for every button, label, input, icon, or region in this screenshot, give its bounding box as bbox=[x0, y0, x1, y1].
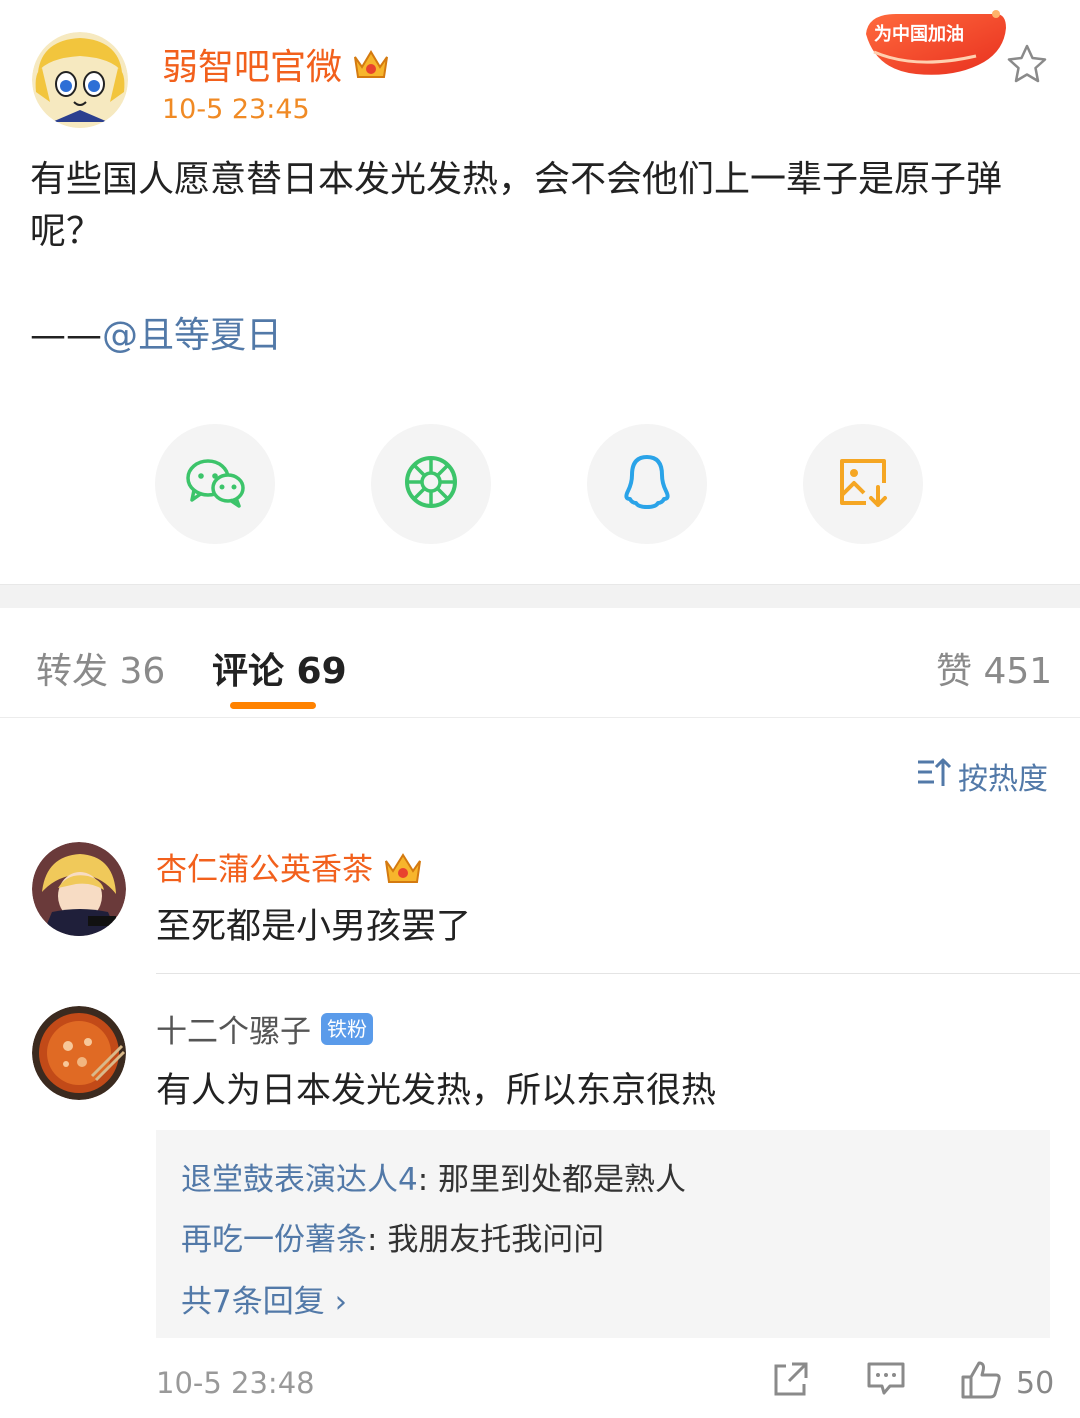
comment-text: 至死都是小男孩罢了 bbox=[156, 907, 472, 947]
sort-label[interactable]: 按热度 bbox=[958, 754, 1048, 798]
favorite-star-icon[interactable] bbox=[1004, 42, 1050, 86]
sort-toggle[interactable]: 按热度 bbox=[916, 754, 1048, 798]
section-divider bbox=[0, 584, 1080, 608]
signature-dash: —— bbox=[30, 315, 102, 356]
reply-author[interactable]: 再吃一份薯条 bbox=[181, 1222, 367, 1258]
campaign-badge[interactable]: 为中国加油 bbox=[856, 4, 1012, 82]
share-wechat-button[interactable] bbox=[155, 424, 275, 544]
active-tab-indicator bbox=[230, 702, 316, 709]
sort-icon bbox=[916, 756, 958, 796]
tab-bar: 转发 36 评论 69 赞 451 bbox=[0, 608, 1080, 718]
commenter-name[interactable]: 十二个骡子 铁粉 bbox=[156, 1006, 373, 1051]
commenter-name-text[interactable]: 杏仁蒲公英香茶 bbox=[156, 844, 373, 889]
vip-crown-icon bbox=[383, 850, 421, 884]
vip-crown-icon bbox=[352, 47, 390, 81]
tab-likes[interactable]: 赞 451 bbox=[936, 642, 1052, 694]
reply-item[interactable]: 退堂鼓表演达人4: 那里到处都是熟人 bbox=[181, 1154, 686, 1199]
author-name-text[interactable]: 弱智吧官微 bbox=[162, 38, 342, 90]
tab-comments[interactable]: 评论 69 bbox=[212, 642, 347, 694]
commenter-avatar[interactable] bbox=[32, 842, 126, 936]
campaign-badge-text: 为中国加油 bbox=[874, 23, 964, 45]
wechat-icon bbox=[184, 456, 246, 512]
like-count: 50 bbox=[1016, 1366, 1055, 1401]
reply-colon: : bbox=[367, 1222, 388, 1258]
reply-box[interactable]: 退堂鼓表演达人4: 那里到处都是熟人 再吃一份薯条: 我朋友托我问问 共7条回复… bbox=[156, 1130, 1050, 1338]
reply-item[interactable]: 再吃一份薯条: 我朋友托我问问 bbox=[181, 1214, 604, 1259]
weibo-post: 弱智吧官微 10-5 23:45 为中国加油 有些国人愿意替日本发光发热，会不会… bbox=[0, 0, 1080, 584]
post-signature: ——@且等夏日 bbox=[30, 306, 282, 358]
author-avatar[interactable] bbox=[32, 32, 128, 128]
commenter-name-text[interactable]: 十二个骡子 bbox=[156, 1006, 311, 1051]
fan-badge: 铁粉 bbox=[321, 1012, 373, 1045]
comment-time: 10-5 23:48 bbox=[156, 1366, 315, 1400]
reply-text: 那里到处都是熟人 bbox=[438, 1162, 687, 1198]
share-qq-button[interactable] bbox=[587, 424, 707, 544]
save-image-button[interactable] bbox=[803, 424, 923, 544]
thumbs-up-icon bbox=[960, 1361, 1002, 1404]
more-replies-link[interactable]: 共7条回复 › bbox=[181, 1276, 347, 1321]
reply-colon: : bbox=[417, 1162, 439, 1198]
commenter-avatar[interactable] bbox=[32, 1006, 126, 1100]
like-comment-button[interactable] bbox=[960, 1360, 1002, 1404]
reply-comment-button[interactable] bbox=[866, 1360, 906, 1402]
share-arrow-icon bbox=[772, 1362, 810, 1402]
comment-bubble-icon bbox=[866, 1362, 906, 1402]
qq-icon bbox=[622, 453, 672, 515]
mention-link[interactable]: @且等夏日 bbox=[102, 315, 282, 356]
reply-author[interactable]: 退堂鼓表演达人4 bbox=[181, 1162, 418, 1198]
comment-text: 有人为日本发光发热，所以东京很热 bbox=[156, 1071, 717, 1111]
author-name[interactable]: 弱智吧官微 bbox=[162, 38, 390, 90]
post-time: 10-5 23:45 bbox=[162, 94, 310, 125]
reply-text: 我朋友托我问问 bbox=[387, 1222, 605, 1258]
tab-repost[interactable]: 转发 36 bbox=[36, 642, 165, 694]
share-row bbox=[0, 424, 1080, 544]
comment-separator bbox=[156, 973, 1080, 974]
share-moments-button[interactable] bbox=[371, 424, 491, 544]
post-text: 有些国人愿意替日本发光发热，会不会他们上一辈子是原子弹呢？ bbox=[30, 159, 1003, 252]
commenter-name[interactable]: 杏仁蒲公英香茶 bbox=[156, 844, 421, 889]
repost-comment-button[interactable] bbox=[772, 1360, 810, 1402]
moments-icon bbox=[403, 454, 459, 514]
save-image-icon bbox=[836, 455, 890, 513]
